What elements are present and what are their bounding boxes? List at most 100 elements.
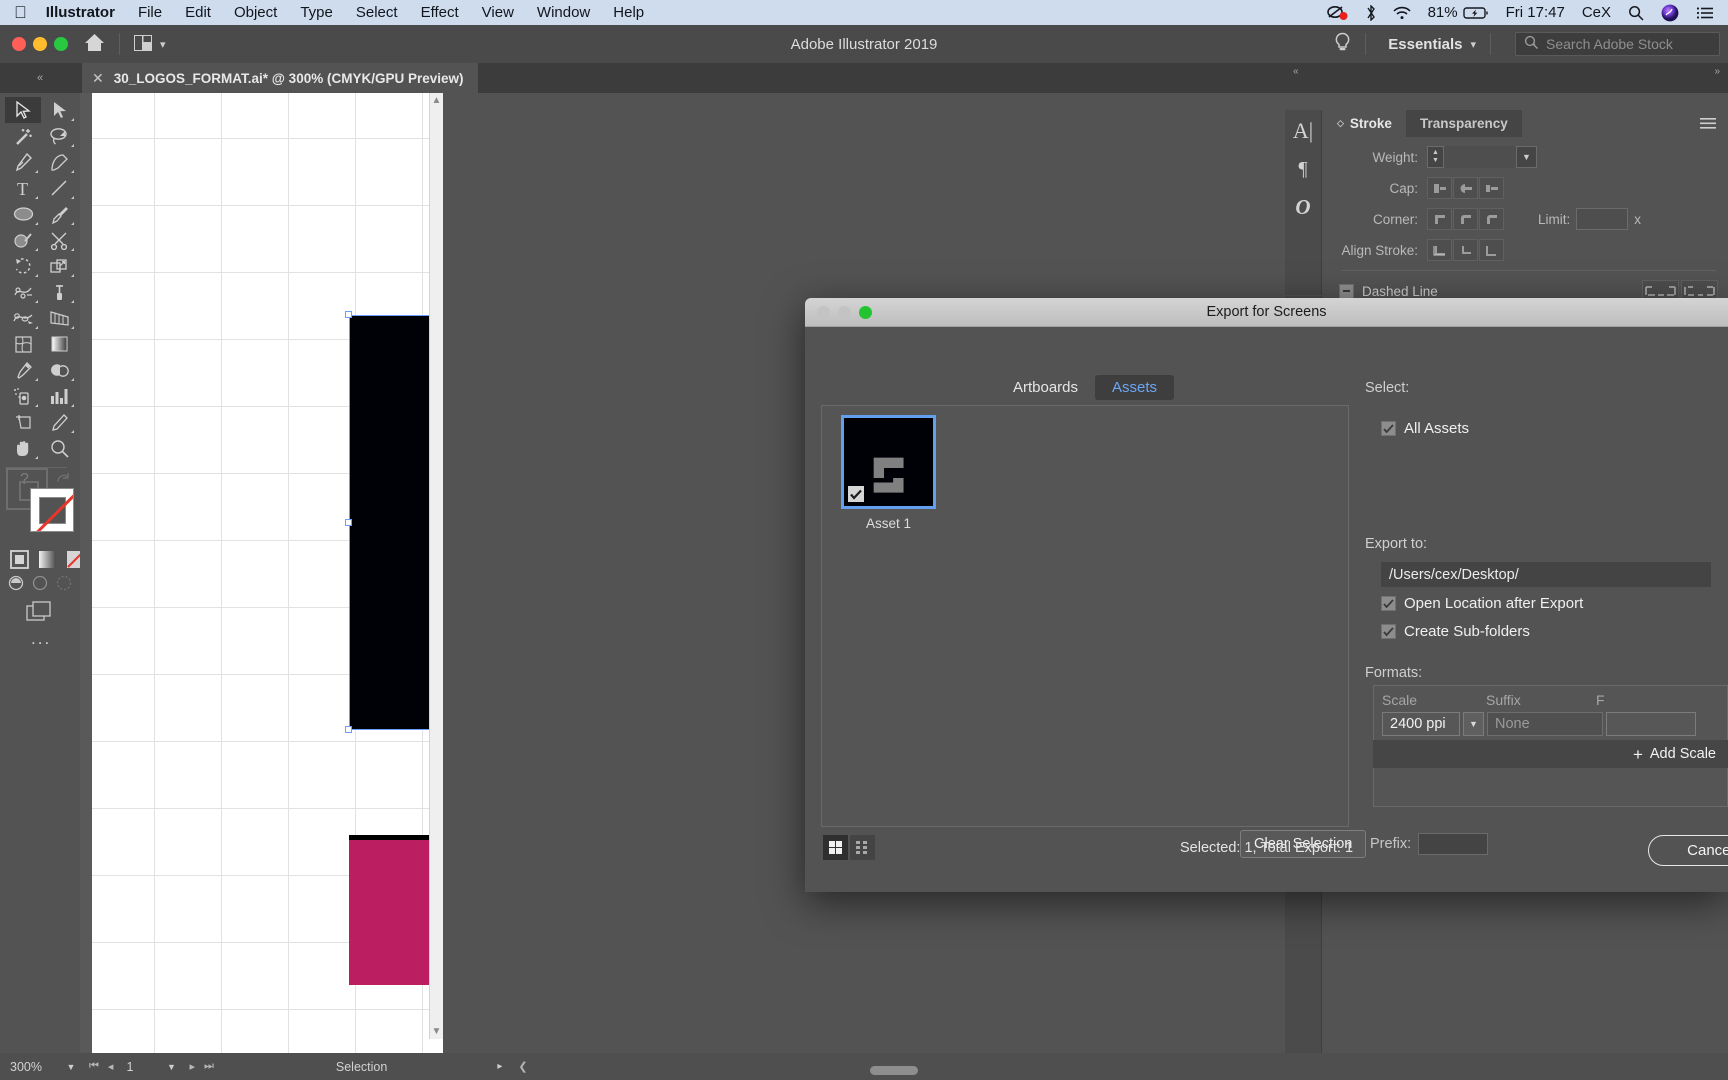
- magic-wand-tool[interactable]: [5, 123, 41, 149]
- puppet-warp-tool[interactable]: [5, 305, 41, 331]
- all-assets-checkbox[interactable]: [1381, 421, 1396, 436]
- close-icon[interactable]: ✕: [92, 70, 104, 87]
- artboard-navigation[interactable]: ⏮ ◂: [82, 1060, 120, 1073]
- round-join-icon[interactable]: [1453, 208, 1478, 230]
- zoom-level[interactable]: 300%: [0, 1060, 60, 1074]
- selection-tool[interactable]: [5, 97, 41, 123]
- export-path-input[interactable]: /Users/cex/Desktop/: [1381, 562, 1711, 587]
- open-location-row[interactable]: Open Location after Export: [1381, 595, 1583, 612]
- panel-collapse-bar[interactable]: « »: [1285, 63, 1728, 80]
- weight-field[interactable]: ▲ ▼ ▼: [1427, 146, 1537, 168]
- search-icon[interactable]: [1628, 5, 1644, 21]
- open-location-checkbox[interactable]: [1381, 596, 1396, 611]
- user-name[interactable]: CeX: [1582, 4, 1611, 21]
- edit-toolbar-icon[interactable]: ...: [31, 629, 51, 649]
- asset-checkbox[interactable]: [848, 486, 864, 502]
- align-inside-stroke-icon[interactable]: [1453, 239, 1478, 261]
- limit-input[interactable]: [1576, 208, 1629, 230]
- lasso-tool[interactable]: [41, 123, 77, 149]
- collapse-left-icon[interactable]: «: [0, 63, 80, 93]
- play-icon[interactable]: ▸: [497, 1061, 502, 1072]
- asset-card[interactable]: Asset 1: [841, 415, 936, 531]
- create-subfolders-row[interactable]: Create Sub-folders: [1381, 623, 1530, 640]
- last-page-icon[interactable]: ⏭: [204, 1060, 214, 1073]
- scale-chevron-down-icon[interactable]: ▼: [1463, 712, 1484, 736]
- siri-icon[interactable]: [1661, 4, 1679, 22]
- zoom-tool[interactable]: [41, 435, 77, 461]
- clock[interactable]: Fri 17:47: [1506, 4, 1565, 21]
- tab-transparency[interactable]: Transparency: [1405, 110, 1522, 137]
- add-scale-button[interactable]: + Add Scale: [1373, 740, 1728, 768]
- weight-chevron-down-icon[interactable]: ▼: [1516, 146, 1536, 168]
- apple-logo-icon[interactable]: : [14, 4, 27, 21]
- menu-window[interactable]: Window: [537, 4, 590, 21]
- prev-page-icon[interactable]: ◂: [108, 1060, 114, 1073]
- list-icon[interactable]: [1696, 6, 1714, 20]
- artboard-number[interactable]: 1: [120, 1060, 160, 1074]
- eyedropper-tool[interactable]: [5, 357, 41, 383]
- slice-tool[interactable]: [41, 409, 77, 435]
- tab-artboards[interactable]: Artboards: [996, 375, 1095, 400]
- dashed-line-checkbox[interactable]: [1339, 283, 1354, 299]
- swap-fill-stroke-icon[interactable]: [55, 471, 71, 491]
- scale-input[interactable]: 2400 ppi: [1382, 712, 1460, 736]
- bevel-join-icon[interactable]: [1479, 208, 1504, 230]
- cancel-button[interactable]: Cancel: [1648, 835, 1728, 866]
- menu-edit[interactable]: Edit: [185, 4, 211, 21]
- gradient-tool[interactable]: [41, 331, 77, 357]
- screen-mode-buttons[interactable]: [8, 575, 72, 596]
- type-tool[interactable]: T: [5, 175, 41, 201]
- draw-inside-icon[interactable]: [56, 575, 72, 596]
- curvature-tool[interactable]: [41, 149, 77, 175]
- menu-file[interactable]: File: [138, 4, 162, 21]
- battery-charging-icon[interactable]: [1462, 6, 1489, 20]
- zoom-chevron-down-icon[interactable]: ▼: [60, 1062, 82, 1072]
- stroke-panel-tabs[interactable]: ◇ Stroke Transparency: [1323, 110, 1728, 137]
- paragraph-panel-icon[interactable]: ¶: [1298, 158, 1307, 181]
- symbol-sprayer-tool[interactable]: [5, 383, 41, 409]
- suffix-input[interactable]: None: [1487, 712, 1603, 736]
- draw-normal-icon[interactable]: [8, 575, 24, 596]
- selection-handle[interactable]: [345, 726, 352, 733]
- canvas[interactable]: ▲ ▼: [80, 93, 443, 1053]
- search-adobe-stock-input[interactable]: Search Adobe Stock: [1515, 32, 1720, 56]
- screen-mode-icon[interactable]: [26, 601, 52, 628]
- panel-menu-icon[interactable]: [1688, 110, 1728, 137]
- page-chevron-down-icon[interactable]: ▼: [160, 1062, 182, 1072]
- color-swatch-mode-icon[interactable]: [8, 548, 30, 570]
- weight-stepper[interactable]: ▲ ▼: [1428, 146, 1444, 168]
- type-panel-icon-column[interactable]: A| ¶ O: [1285, 110, 1322, 295]
- cap-buttons[interactable]: [1427, 177, 1504, 199]
- blend-tool[interactable]: [41, 357, 77, 383]
- ellipse-tool[interactable]: [5, 201, 41, 227]
- workspace-name[interactable]: Essentials: [1380, 36, 1470, 53]
- projecting-cap-icon[interactable]: [1479, 177, 1504, 199]
- color-mode-buttons[interactable]: [8, 548, 86, 570]
- document-tab[interactable]: ✕ 30_LOGOS_FORMAT.ai* @ 300% (CMYK/GPU P…: [82, 63, 478, 93]
- chevron-left-icon[interactable]: ❮: [518, 1060, 527, 1073]
- mesh-tool[interactable]: [5, 331, 41, 357]
- menu-object[interactable]: Object: [234, 4, 277, 21]
- glyphs-panel-icon[interactable]: O: [1295, 195, 1310, 220]
- align-stroke-buttons[interactable]: [1427, 239, 1504, 261]
- butt-cap-icon[interactable]: [1427, 177, 1452, 199]
- selection-handle[interactable]: [345, 311, 352, 318]
- shaper-tool[interactable]: [5, 227, 41, 253]
- asset-thumbnail[interactable]: [841, 415, 936, 509]
- align-outside-stroke-icon[interactable]: [1479, 239, 1504, 261]
- horizontal-scrollbar[interactable]: [870, 1066, 918, 1075]
- menu-illustrator[interactable]: Illustrator: [46, 4, 115, 21]
- scale-tool[interactable]: [41, 253, 77, 279]
- direct-selection-tool[interactable]: [41, 97, 77, 123]
- bluetooth-icon[interactable]: [1366, 4, 1376, 21]
- workspace-chevron-down-icon[interactable]: ▾: [1470, 38, 1476, 51]
- format-select[interactable]: [1606, 712, 1696, 736]
- column-graph-tool[interactable]: [41, 383, 77, 409]
- weight-input[interactable]: [1444, 146, 1516, 168]
- dialog-tabs[interactable]: Artboards Assets: [805, 375, 1365, 400]
- corner-buttons[interactable]: [1427, 208, 1504, 230]
- miter-join-icon[interactable]: [1427, 208, 1452, 230]
- menu-type[interactable]: Type: [300, 4, 333, 21]
- menu-view[interactable]: View: [482, 4, 514, 21]
- menu-select[interactable]: Select: [356, 4, 398, 21]
